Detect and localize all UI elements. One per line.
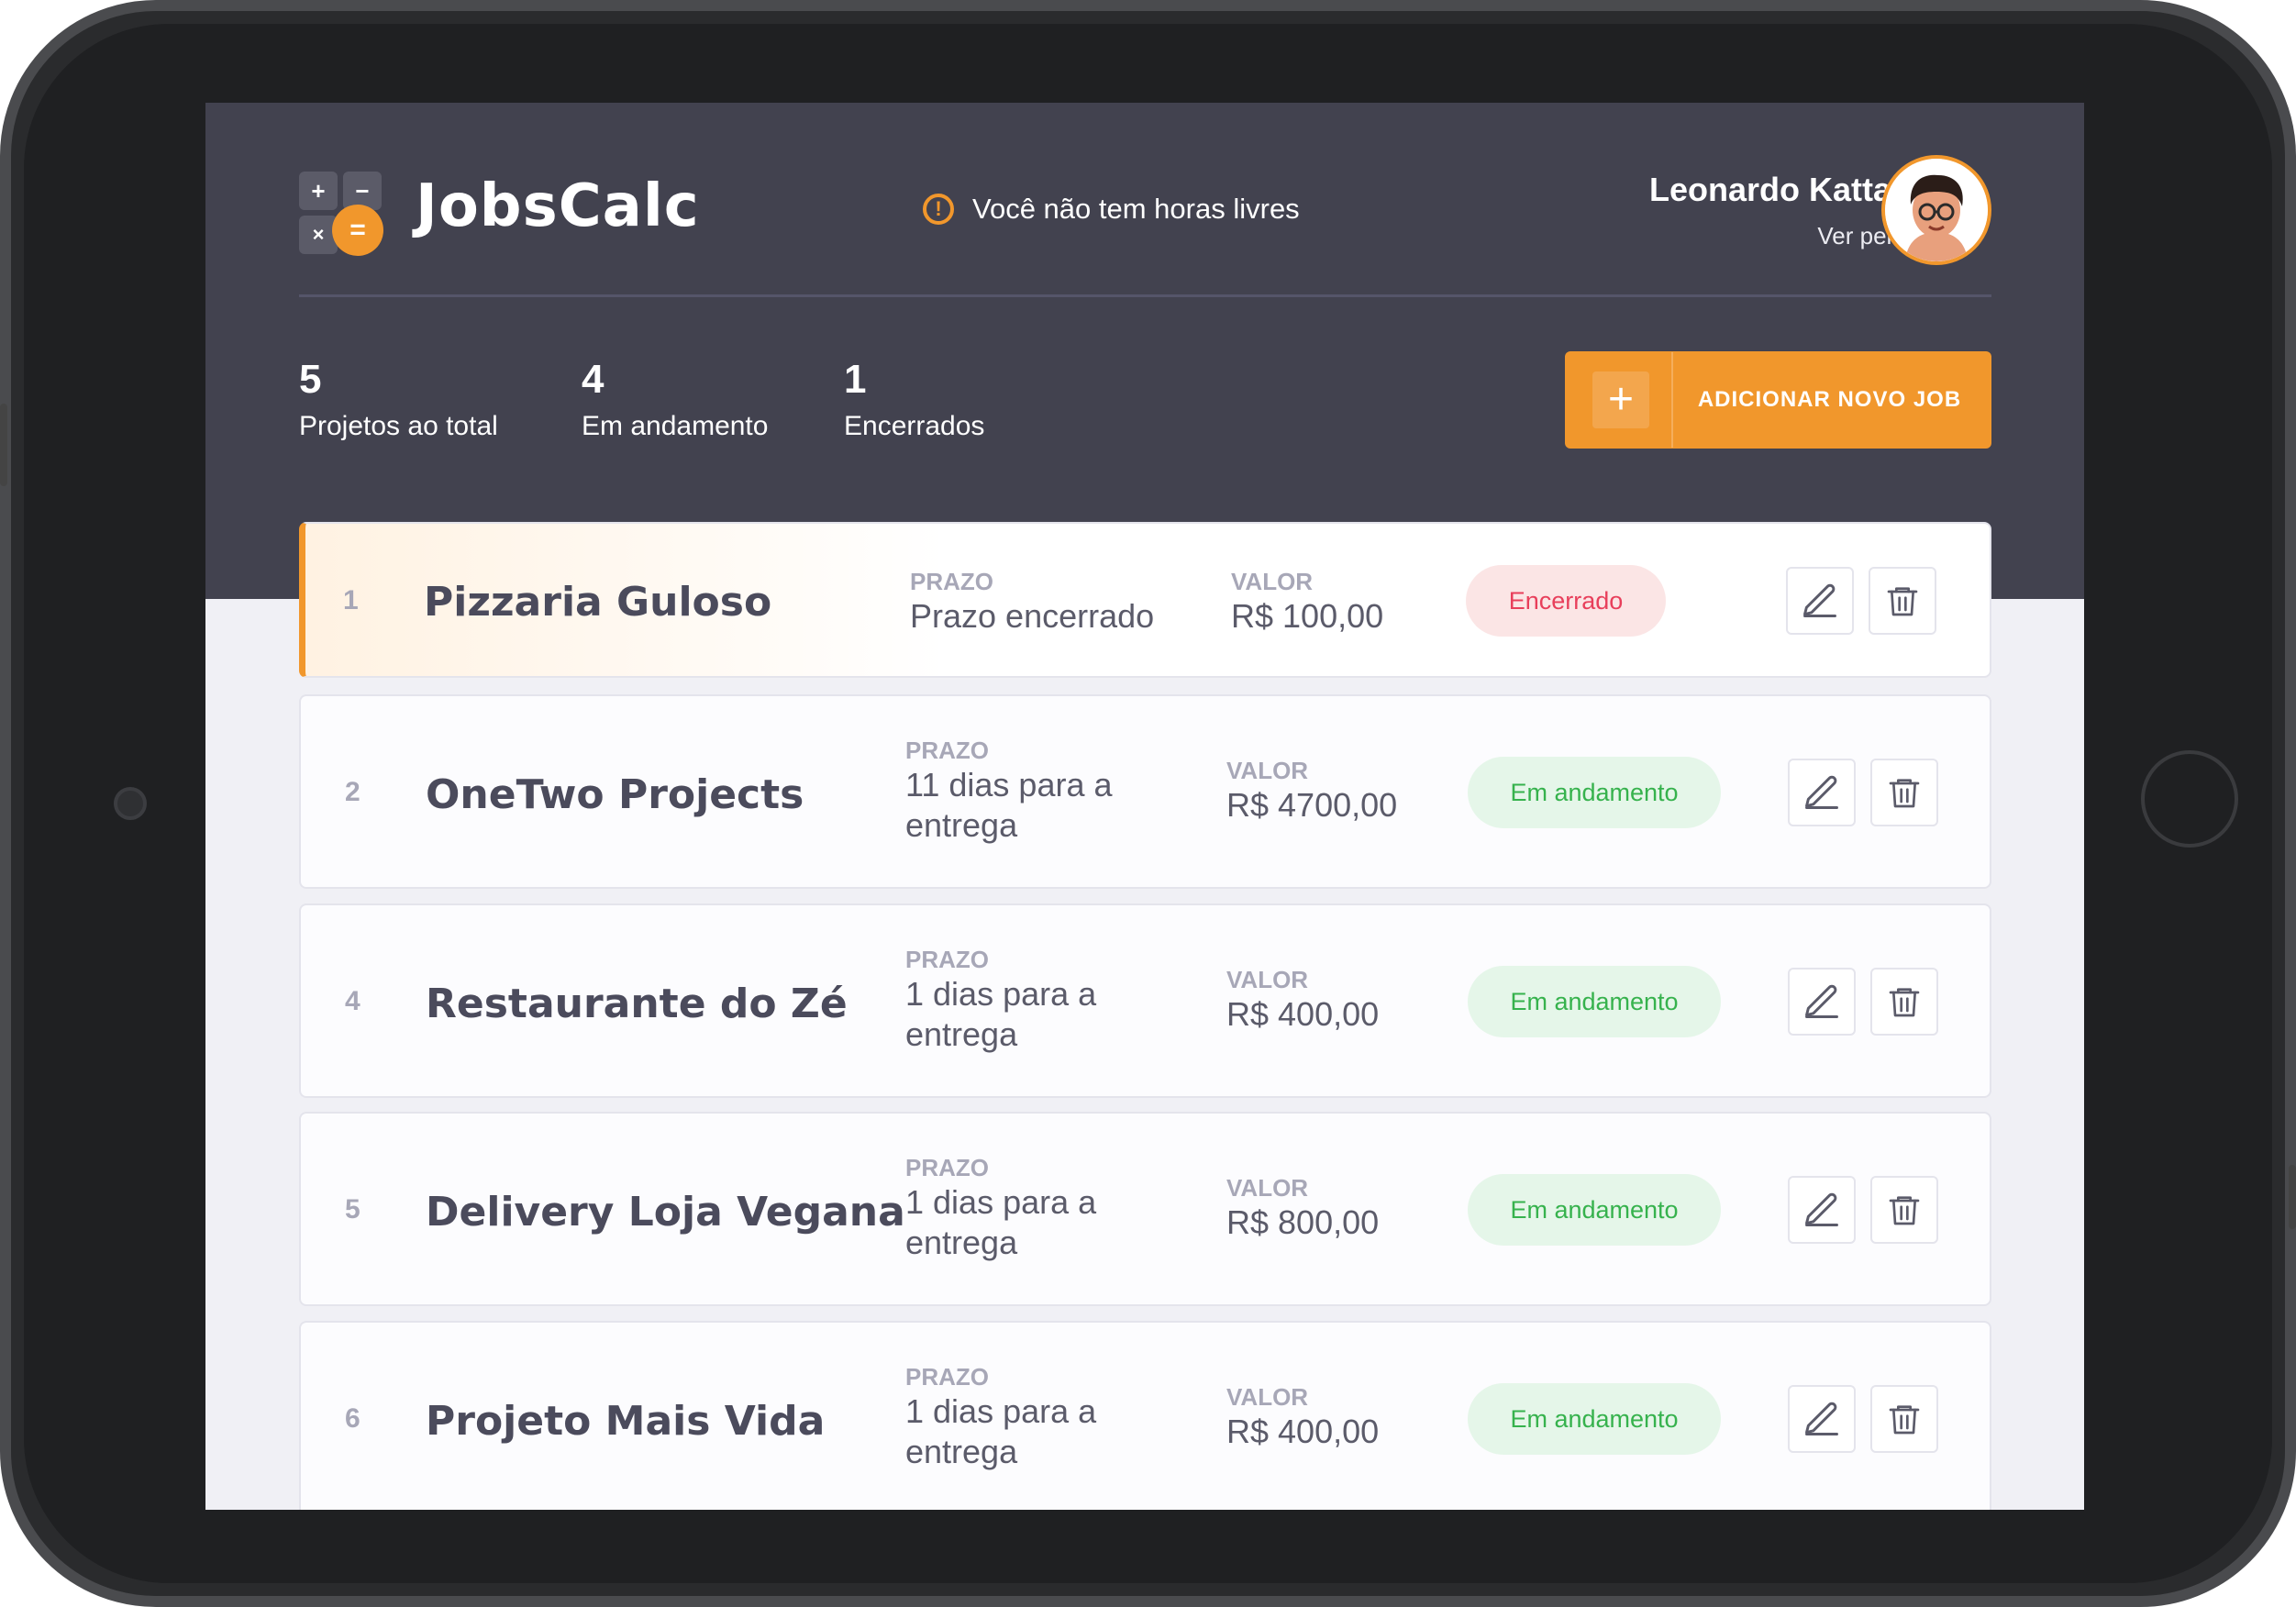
job-card: 4 Restaurante do Zé PRAZO 1 dias para a … — [299, 903, 1991, 1098]
edit-button[interactable] — [1788, 1176, 1856, 1244]
plus-icon: + — [1592, 371, 1649, 428]
value-amount: R$ 4700,00 — [1226, 786, 1398, 824]
deadline-value: 1 dias para a entrega — [905, 1183, 1097, 1261]
delete-button[interactable] — [1870, 759, 1938, 826]
status-badge: Em andamento — [1468, 966, 1721, 1037]
job-deadline: PRAZO Prazo encerrado — [910, 568, 1154, 637]
add-new-job-label: ADICIONAR NOVO JOB — [1697, 387, 1962, 412]
job-deadline: PRAZO 11 dias para a entrega — [905, 737, 1144, 846]
job-deadline: PRAZO 1 dias para a entrega — [905, 1363, 1144, 1472]
job-value: VALOR R$ 400,00 — [1226, 966, 1379, 1035]
value-caption: VALOR — [1226, 757, 1309, 784]
edit-pencil-icon — [1805, 775, 1838, 809]
trash-icon — [1889, 779, 1920, 808]
edit-button[interactable] — [1788, 1385, 1856, 1453]
value-amount: R$ 400,00 — [1226, 1413, 1380, 1450]
stat-total-value: 5 — [299, 357, 322, 402]
home-button[interactable] — [2141, 750, 2238, 848]
job-index: 4 — [345, 986, 360, 1016]
job-index: 5 — [345, 1194, 360, 1225]
calculator-logo-icon: + − × = — [299, 172, 383, 256]
stat-in-progress-value: 4 — [582, 357, 605, 402]
delete-button[interactable] — [1870, 1176, 1938, 1244]
job-value: VALOR R$ 100,00 — [1231, 568, 1383, 637]
alert-text: Você não tem horas livres — [972, 193, 1300, 225]
deadline-caption: PRAZO — [905, 1154, 989, 1181]
header-divider — [299, 294, 1991, 297]
value-caption: VALOR — [1226, 1383, 1309, 1411]
job-index: 6 — [345, 1403, 360, 1434]
delete-button[interactable] — [1870, 1385, 1938, 1453]
edit-button[interactable] — [1788, 759, 1856, 826]
delete-button[interactable] — [1870, 968, 1938, 1036]
app-screen: + − × = JobsCalc ! Você não tem horas li… — [205, 103, 2084, 1510]
volume-button[interactable] — [0, 404, 7, 486]
job-value: VALOR R$ 800,00 — [1226, 1174, 1379, 1243]
stat-in-progress-label: Em andamento — [582, 411, 769, 441]
deadline-caption: PRAZO — [905, 737, 989, 764]
deadline-value: Prazo encerrado — [910, 597, 1155, 635]
add-new-job-button[interactable]: + ADICIONAR NOVO JOB — [1565, 351, 1991, 449]
job-name: Pizzaria Guloso — [424, 579, 772, 626]
job-index: 1 — [343, 585, 359, 615]
status-badge: Em andamento — [1468, 757, 1721, 828]
job-name: Delivery Loja Vegana — [426, 1189, 905, 1236]
view-profile-link[interactable]: Ver perfil — [1649, 222, 1912, 250]
profile-name: Leonardo Kattah — [1648, 171, 1912, 208]
job-card: 2 OneTwo Projects PRAZO 11 dias para a e… — [299, 694, 1991, 889]
value-amount: R$ 100,00 — [1231, 597, 1384, 635]
job-index: 2 — [345, 777, 360, 807]
avatar[interactable] — [1881, 155, 1991, 265]
app-title: JobsCalc — [416, 172, 700, 240]
stat-total: 5 Projetos ao total — [299, 360, 498, 442]
stat-closed-label: Encerrados — [844, 411, 985, 441]
deadline-caption: PRAZO — [905, 946, 989, 973]
status-badge: Em andamento — [1468, 1174, 1721, 1246]
deadline-value: 1 dias para a entrega — [905, 1392, 1097, 1470]
trash-icon — [1887, 587, 1918, 616]
user-profile[interactable]: Leonardo Kattah Ver perfil — [1649, 171, 1912, 250]
deadline-caption: PRAZO — [905, 1363, 989, 1391]
job-card: 1 Pizzaria Guloso PRAZO Prazo encerrado … — [299, 522, 1991, 678]
edit-pencil-icon — [1805, 1192, 1838, 1226]
edit-button[interactable] — [1788, 968, 1856, 1036]
value-caption: VALOR — [1231, 568, 1314, 595]
job-deadline: PRAZO 1 dias para a entrega — [905, 946, 1144, 1055]
edit-pencil-icon — [1803, 583, 1836, 617]
job-name: Projeto Mais Vida — [426, 1398, 826, 1445]
job-value: VALOR R$ 4700,00 — [1226, 757, 1397, 826]
status-badge: Encerrado — [1466, 565, 1666, 637]
free-hours-alert: ! Você não tem horas livres — [923, 193, 1300, 226]
edit-pencil-icon — [1805, 984, 1838, 1018]
job-name: OneTwo Projects — [426, 771, 804, 818]
stat-total-label: Projetos ao total — [299, 411, 498, 441]
edit-button[interactable] — [1786, 567, 1854, 635]
job-name: Restaurante do Zé — [426, 981, 848, 1027]
trash-icon — [1889, 1405, 1920, 1435]
job-value: VALOR R$ 400,00 — [1226, 1383, 1379, 1452]
side-button[interactable] — [2289, 1165, 2296, 1229]
job-deadline: PRAZO 1 dias para a entrega — [905, 1154, 1144, 1263]
status-badge: Em andamento — [1468, 1383, 1721, 1455]
trash-icon — [1889, 1196, 1920, 1225]
job-card: 5 Delivery Loja Vegana PRAZO 1 dias para… — [299, 1112, 1991, 1306]
stat-in-progress: 4 Em andamento — [582, 360, 768, 442]
alert-circle-icon: ! — [923, 194, 954, 225]
value-caption: VALOR — [1226, 1174, 1309, 1202]
value-amount: R$ 400,00 — [1226, 995, 1380, 1033]
edit-pencil-icon — [1805, 1402, 1838, 1435]
deadline-value: 11 dias para a entrega — [905, 766, 1113, 844]
stat-closed: 1 Encerrados — [844, 360, 984, 442]
camera-icon — [114, 787, 147, 820]
trash-icon — [1889, 988, 1920, 1017]
job-card: 6 Projeto Mais Vida PRAZO 1 dias para a … — [299, 1321, 1991, 1510]
delete-button[interactable] — [1869, 567, 1936, 635]
deadline-value: 1 dias para a entrega — [905, 975, 1097, 1053]
value-amount: R$ 800,00 — [1226, 1203, 1380, 1241]
stat-closed-value: 1 — [844, 357, 867, 402]
value-caption: VALOR — [1226, 966, 1309, 993]
deadline-caption: PRAZO — [910, 568, 993, 595]
